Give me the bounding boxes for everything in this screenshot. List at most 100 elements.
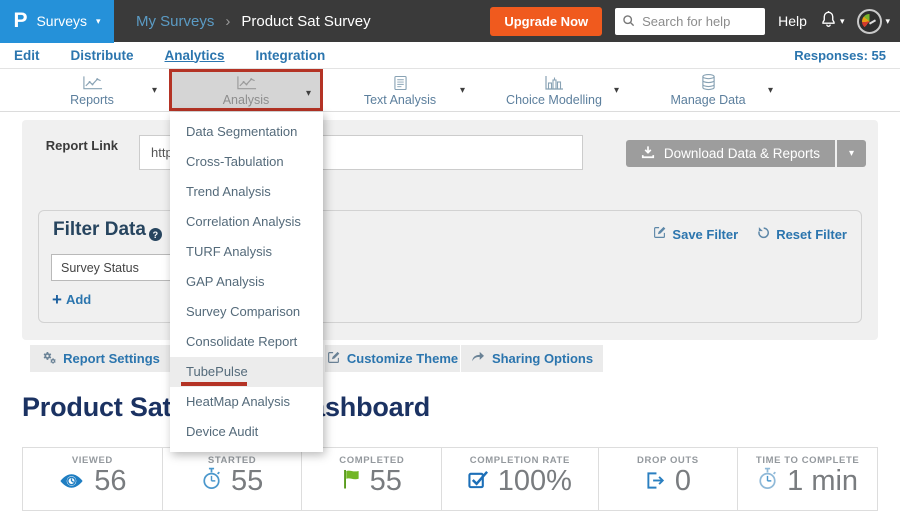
notifications-menu[interactable]: ▾ (820, 10, 845, 33)
chevron-down-icon[interactable]: ▾ (460, 85, 465, 96)
toolbar-choice-modelling[interactable]: Choice Modelling ▾ (477, 69, 631, 111)
stat-completion-rate: COMPLETION RATE 100% (442, 448, 598, 510)
reset-filter-label: Reset Filter (776, 227, 847, 242)
reset-filter-button[interactable]: Reset Filter (757, 226, 847, 242)
line-chart-icon (236, 74, 257, 91)
line-chart-icon (82, 74, 103, 91)
menu-item-correlation-analysis[interactable]: Correlation Analysis (170, 207, 323, 237)
timer-icon (757, 467, 778, 496)
toolbar-reports[interactable]: Reports ▾ (15, 69, 169, 111)
menu-item-label: TubePulse (186, 364, 248, 379)
download-icon (641, 145, 655, 162)
toolbar-analysis[interactable]: Analysis ▾ (169, 69, 323, 111)
filter-actions: Save Filter Reset Filter (653, 226, 847, 242)
menu-item-gap-analysis[interactable]: GAP Analysis (170, 267, 323, 297)
download-data-reports-button[interactable]: Download Data & Reports (626, 140, 835, 167)
menu-item-heatmap-analysis[interactable]: HeatMap Analysis (170, 387, 323, 417)
stat-drop-outs: DROP OUTS 0 (599, 448, 739, 510)
document-icon (394, 74, 407, 91)
toolbar-manage-data[interactable]: Manage Data ▾ (631, 69, 785, 111)
breadcrumb-current-survey: Product Sat Survey (241, 13, 370, 30)
survey-stats-row: VIEWED 56 STARTED 55 COMPLETED (22, 447, 878, 511)
filter-title-text: Filter Data (53, 219, 146, 241)
menu-item-tubepulse[interactable]: TubePulse (170, 357, 323, 387)
flag-icon (342, 467, 361, 496)
stat-value-text: 55 (231, 467, 263, 496)
drop-out-icon (645, 467, 666, 496)
tab-customize-theme[interactable]: Customize Theme (325, 345, 460, 372)
gears-icon (42, 351, 56, 367)
header-actions: Upgrade Now Help ▾ ▾ (490, 7, 900, 36)
download-button-label: Download Data & Reports (664, 146, 820, 161)
tubepulse-highlight-underline (181, 382, 247, 386)
help-search (615, 8, 765, 35)
account-menu[interactable]: ▾ (857, 9, 890, 34)
search-input[interactable] (615, 8, 765, 35)
edit-icon (653, 226, 666, 242)
tab-label: Sharing Options (492, 351, 593, 366)
filter-data-title: Filter Data ? (53, 219, 162, 241)
avatar (857, 9, 882, 34)
stat-value-text: 55 (370, 467, 402, 496)
download-options-caret[interactable]: ▾ (837, 140, 866, 167)
nav-analytics[interactable]: Analytics (165, 48, 225, 63)
nav-distribute[interactable]: Distribute (71, 48, 134, 63)
bar-chart-icon (544, 74, 564, 91)
toolbar-item-label: Analysis (223, 93, 270, 107)
toolbar-item-label: Choice Modelling (506, 93, 602, 107)
brand-logo: P (13, 9, 27, 33)
menu-item-turf-analysis[interactable]: TURF Analysis (170, 237, 323, 267)
nav-edit[interactable]: Edit (14, 48, 40, 63)
toolbar-item-label: Text Analysis (364, 93, 436, 107)
chevron-down-icon: ▾ (885, 17, 890, 26)
filter-data-panel: Filter Data ? Save Filter Reset Filter (38, 210, 862, 323)
plus-icon: + (52, 291, 62, 308)
menu-item-data-segmentation[interactable]: Data Segmentation (170, 117, 323, 147)
breadcrumb: My Surveys › Product Sat Survey (136, 13, 371, 30)
help-icon[interactable]: ? (149, 228, 162, 241)
tab-sharing-options[interactable]: Sharing Options (461, 345, 603, 372)
menu-item-cross-tabulation[interactable]: Cross-Tabulation (170, 147, 323, 177)
stat-value-text: 0 (675, 467, 691, 496)
database-icon (701, 74, 716, 91)
chevron-down-icon[interactable]: ▾ (152, 85, 157, 96)
bell-icon (820, 10, 837, 33)
checkbox-icon (468, 467, 489, 496)
stat-time-to-complete: TIME TO COMPLETE 1 min (738, 448, 877, 510)
stat-viewed: VIEWED 56 (23, 448, 163, 510)
edit-icon (327, 351, 340, 367)
chevron-down-icon[interactable]: ▾ (306, 88, 311, 99)
analysis-dropdown-menu: Data Segmentation Cross-Tabulation Trend… (170, 112, 323, 452)
reset-icon (757, 226, 770, 242)
menu-item-device-audit[interactable]: Device Audit (170, 417, 323, 447)
stat-value-text: 56 (94, 467, 126, 496)
product-switcher[interactable]: P Surveys ▾ (0, 0, 114, 43)
survey-status-value: Survey Status (61, 261, 139, 275)
chevron-down-icon[interactable]: ▾ (768, 85, 773, 96)
analytics-toolbar: Reports ▾ Analysis ▾ Text Analysis ▾ Cho… (0, 69, 900, 112)
toolbar-item-label: Reports (70, 93, 114, 107)
nav-integration[interactable]: Integration (256, 48, 326, 63)
report-panel: Report Link Download Data & Reports ▾ Fi… (22, 120, 878, 340)
menu-item-survey-comparison[interactable]: Survey Comparison (170, 297, 323, 327)
download-split-button: Download Data & Reports ▾ (626, 140, 866, 167)
tab-report-settings[interactable]: Report Settings (30, 345, 172, 372)
toolbar-text-analysis[interactable]: Text Analysis ▾ (323, 69, 477, 111)
menu-item-trend-analysis[interactable]: Trend Analysis (170, 177, 323, 207)
breadcrumb-separator: › (225, 13, 230, 30)
menu-item-consolidate-report[interactable]: Consolidate Report (170, 327, 323, 357)
chevron-down-icon: ▾ (96, 17, 101, 26)
add-filter-button[interactable]: + Add (52, 291, 91, 308)
add-filter-label: Add (66, 292, 91, 307)
chevron-down-icon[interactable]: ▾ (614, 85, 619, 96)
breadcrumb-my-surveys[interactable]: My Surveys (136, 13, 214, 30)
upgrade-now-button[interactable]: Upgrade Now (490, 7, 602, 36)
app-window: P Surveys ▾ My Surveys › Product Sat Sur… (0, 0, 900, 516)
report-link-label: Report Link (40, 137, 118, 156)
help-link[interactable]: Help (778, 13, 807, 29)
save-filter-button[interactable]: Save Filter (653, 226, 738, 242)
chevron-down-icon: ▾ (840, 17, 845, 26)
eye-icon (58, 467, 85, 496)
toolbar-item-label: Manage Data (670, 93, 745, 107)
stat-started: STARTED 55 (163, 448, 303, 510)
